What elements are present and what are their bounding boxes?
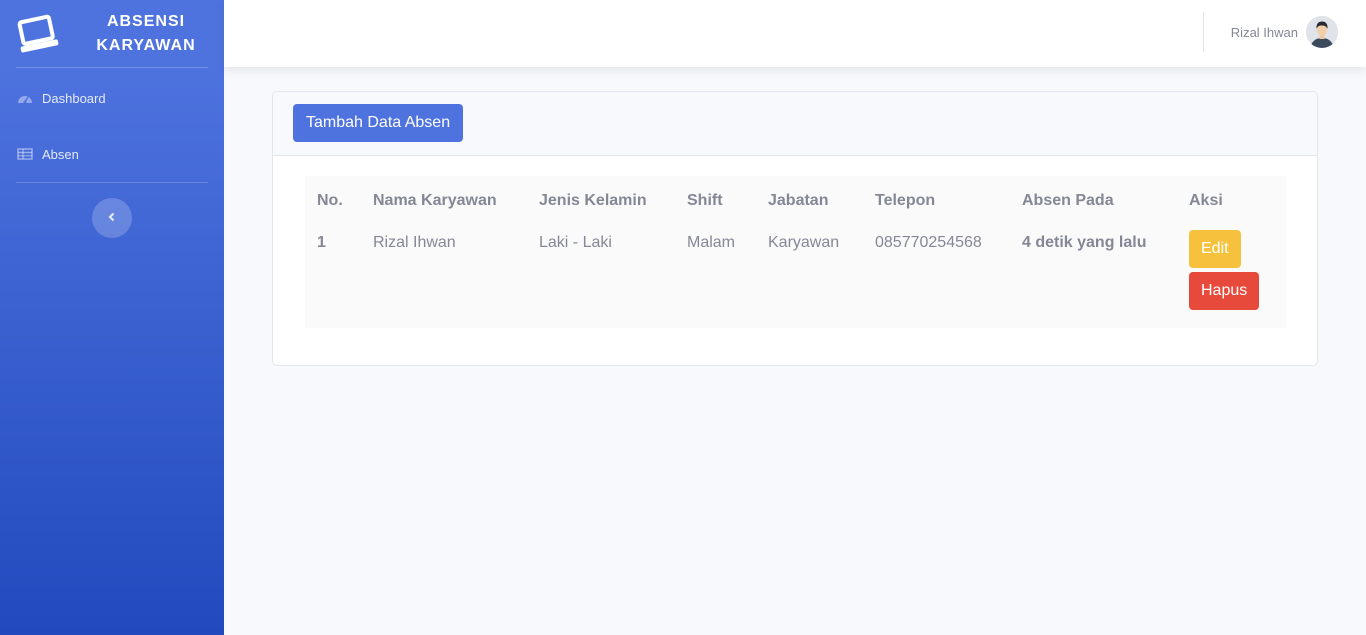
absen-table-container: No. Nama Karyawan Jenis Kelamin Shift Ja…	[305, 176, 1286, 328]
sidebar-item-label: Dashboard	[42, 90, 106, 106]
column-header-no: No.	[317, 192, 343, 209]
absen-table: No. Nama Karyawan Jenis Kelamin Shift Ja…	[305, 176, 1286, 310]
topbar: Rizal Ihwan	[224, 0, 1366, 67]
cell-telepon: 085770254568	[875, 234, 982, 251]
absen-card: Tambah Data Absen No. Nama Karyawan Jeni…	[272, 91, 1318, 366]
table-icon	[17, 147, 33, 161]
tachometer-icon	[17, 91, 33, 105]
brand-line-2: KARYAWAN	[96, 36, 196, 54]
laptop-icon	[16, 14, 60, 54]
sidebar-toggle-button[interactable]	[92, 198, 132, 238]
topbar-divider	[1203, 12, 1204, 52]
user-name[interactable]: Rizal Ihwan	[1231, 25, 1298, 40]
sidebar-item-dashboard[interactable]: Dashboard	[0, 70, 224, 126]
card-header: Tambah Data Absen	[273, 92, 1317, 156]
column-header-aksi: Aksi	[1189, 192, 1223, 209]
aksi-buttons: Edit Hapus	[1189, 230, 1286, 310]
cell-shift: Malam	[687, 234, 736, 251]
cell-aksi: Edit Hapus	[1177, 226, 1286, 310]
brand-title: ABSENSI KARYAWAN	[68, 10, 224, 58]
column-header-jabatan: Jabatan	[768, 192, 829, 209]
cell-no: 1	[317, 234, 326, 251]
sidebar: ABSENSI KARYAWAN Dashboard Absen	[0, 0, 224, 635]
table-row: 1 Rizal Ihwan Laki - Laki Malam Karyawan…	[305, 226, 1286, 310]
column-header-absen-pada: Absen Pada	[1022, 192, 1114, 209]
column-header-shift: Shift	[687, 192, 723, 209]
column-header-telepon: Telepon	[875, 192, 936, 209]
sidebar-divider	[16, 182, 208, 183]
edit-button[interactable]: Edit	[1189, 230, 1241, 268]
brand-line-1: ABSENSI	[106, 12, 186, 30]
hapus-button[interactable]: Hapus	[1189, 272, 1260, 310]
cell-jabatan: Karyawan	[768, 234, 840, 251]
cell-nama: Rizal Ihwan	[373, 234, 456, 251]
sidebar-divider	[16, 67, 208, 68]
table-header-row: No. Nama Karyawan Jenis Kelamin Shift Ja…	[305, 176, 1286, 226]
sidebar-item-absen[interactable]: Absen	[0, 126, 224, 182]
sidebar-item-label: Absen	[42, 146, 79, 162]
add-absen-button[interactable]: Tambah Data Absen	[293, 104, 464, 142]
cell-absen-pada: 4 detik yang lalu	[1022, 234, 1147, 251]
cell-jenis-kelamin: Laki - Laki	[539, 234, 612, 251]
column-header-jenis-kelamin: Jenis Kelamin	[539, 192, 647, 209]
avatar[interactable]	[1306, 16, 1338, 48]
chevron-left-icon	[107, 209, 117, 227]
column-header-nama: Nama Karyawan	[373, 192, 497, 209]
sidebar-brand[interactable]: ABSENSI KARYAWAN	[0, 0, 224, 67]
